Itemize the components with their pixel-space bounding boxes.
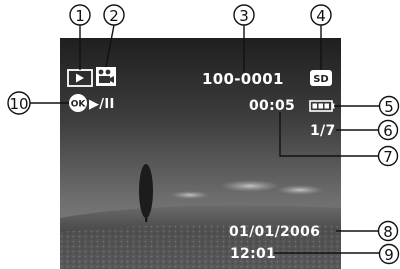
svg-text:3: 3: [239, 7, 249, 25]
callout-9: 9: [378, 243, 400, 265]
storage-badge: SD: [313, 74, 329, 85]
callout-5: 5: [378, 95, 400, 117]
date-stamp: 01/01/2006: [229, 224, 320, 240]
time-stamp: 12:01: [230, 246, 276, 262]
svg-text:8: 8: [383, 223, 393, 241]
cypress-tree: [139, 164, 153, 218]
callout-2: 2: [103, 4, 125, 26]
callout-10: 10: [7, 91, 31, 115]
camera-playback-diagram: 100-0001 SD OK ▶/II 00:05 1/7 01/01/2006…: [7, 4, 400, 269]
cloud: [170, 191, 210, 199]
callout-3: 3: [233, 4, 255, 26]
svg-text:9: 9: [384, 246, 394, 264]
callout-6: 6: [377, 119, 399, 141]
image-counter: 1/7: [310, 123, 336, 139]
svg-text:5: 5: [384, 98, 394, 116]
file-number: 100-0001: [202, 70, 284, 88]
movie-clip-icon: [96, 67, 116, 86]
elapsed-time: 00:05: [249, 98, 295, 114]
callout-7: 7: [377, 145, 399, 167]
svg-text:1: 1: [75, 7, 85, 25]
svg-text:2: 2: [109, 7, 119, 25]
callout-4: 4: [310, 4, 332, 26]
ok-button-label: OK: [71, 100, 87, 110]
callout-1: 1: [69, 4, 91, 26]
cloud: [276, 185, 324, 195]
cloud: [220, 180, 280, 192]
sd-card-icon: SD: [310, 70, 332, 86]
svg-text:10: 10: [9, 95, 28, 113]
callout-8: 8: [377, 220, 399, 242]
svg-text:7: 7: [383, 148, 393, 166]
svg-text:6: 6: [383, 122, 393, 140]
play-pause-symbol: ▶/II: [89, 97, 115, 112]
ok-button-icon: OK: [69, 94, 87, 112]
tree-trunk: [145, 214, 148, 222]
svg-text:4: 4: [316, 7, 326, 25]
